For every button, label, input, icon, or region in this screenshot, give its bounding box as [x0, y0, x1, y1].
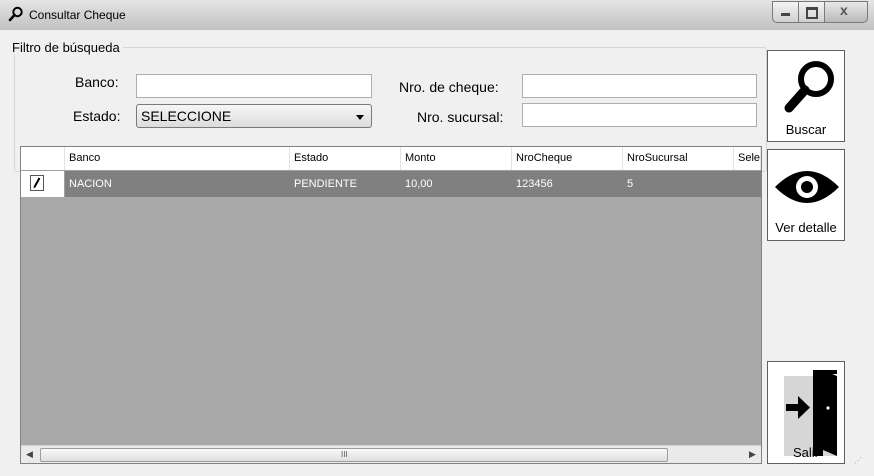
maximize-icon: [806, 7, 818, 19]
window-title: Consultar Cheque: [29, 8, 126, 22]
cell-monto[interactable]: 10,00: [401, 171, 512, 197]
filter-group-title: Filtro de búsqueda: [9, 40, 123, 55]
cheques-grid[interactable]: Banco Estado Monto NroCheque NroSucursal…: [20, 146, 762, 464]
chevron-down-icon[interactable]: [356, 115, 364, 120]
pencil-icon: [30, 175, 44, 191]
buscar-label: Buscar: [785, 122, 827, 137]
column-header-sele[interactable]: Sele: [734, 147, 761, 170]
window-controls: x: [772, 1, 868, 23]
nro-cheque-label: Nro. de cheque:: [399, 79, 499, 95]
column-header-nrosucursal[interactable]: NroSucursal: [623, 147, 734, 170]
search-icon: [8, 6, 24, 22]
table-row[interactable]: NACION PENDIENTE 10,00 123456 5: [21, 171, 761, 197]
row-header-corner: [21, 147, 65, 170]
close-icon: x: [840, 2, 848, 18]
close-button[interactable]: x: [825, 1, 868, 23]
salir-button[interactable]: Salir: [767, 361, 845, 464]
column-header-banco[interactable]: Banco: [65, 147, 290, 170]
banco-input[interactable]: [136, 74, 372, 98]
scroll-right-icon[interactable]: ▶: [744, 446, 761, 463]
minimize-button[interactable]: [772, 1, 799, 23]
buscar-button[interactable]: Buscar: [767, 50, 845, 142]
cell-nrocheque[interactable]: 123456: [512, 171, 623, 197]
column-header-monto[interactable]: Monto: [401, 147, 512, 170]
cell-sele[interactable]: [734, 171, 761, 197]
title-bar[interactable]: Consultar Cheque x: [0, 0, 874, 30]
scroll-grip: III: [341, 450, 348, 459]
nro-sucursal-input[interactable]: [522, 103, 757, 127]
minimize-icon: [781, 13, 790, 16]
consultar-cheque-window: Consultar Cheque x Filtro de búsqueda Ba…: [0, 0, 874, 476]
salir-label: Salir: [792, 445, 819, 460]
magnifier-icon: [784, 61, 834, 113]
estado-selected-value: SELECCIONE: [141, 108, 232, 124]
eye-icon: [775, 171, 839, 203]
banco-label: Banco:: [75, 74, 119, 90]
ver-detalle-label: Ver detalle: [775, 220, 837, 235]
horizontal-scrollbar[interactable]: ◀ III ▶: [21, 445, 761, 463]
nro-sucursal-label: Nro. sucursal:: [417, 109, 504, 125]
cell-banco[interactable]: NACION: [65, 171, 290, 197]
estado-label: Estado:: [73, 108, 121, 124]
cell-nrosucursal[interactable]: 5: [623, 171, 734, 197]
column-header-estado[interactable]: Estado: [290, 147, 401, 170]
scroll-thumb[interactable]: III: [40, 448, 668, 462]
maximize-button[interactable]: [799, 1, 825, 23]
estado-select[interactable]: SELECCIONE: [136, 104, 372, 128]
row-header[interactable]: [21, 171, 65, 197]
scroll-left-icon[interactable]: ◀: [21, 446, 38, 463]
cell-estado[interactable]: PENDIENTE: [290, 171, 401, 197]
client-area: Filtro de búsqueda Banco: Estado: SELECC…: [8, 30, 866, 468]
column-header-nrocheque[interactable]: NroCheque: [512, 147, 623, 170]
nro-cheque-input[interactable]: [522, 74, 757, 98]
resize-grip-icon[interactable]: ⋰: [854, 456, 864, 466]
ver-detalle-button[interactable]: Ver detalle: [767, 149, 845, 241]
grid-header: Banco Estado Monto NroCheque NroSucursal…: [21, 147, 761, 171]
